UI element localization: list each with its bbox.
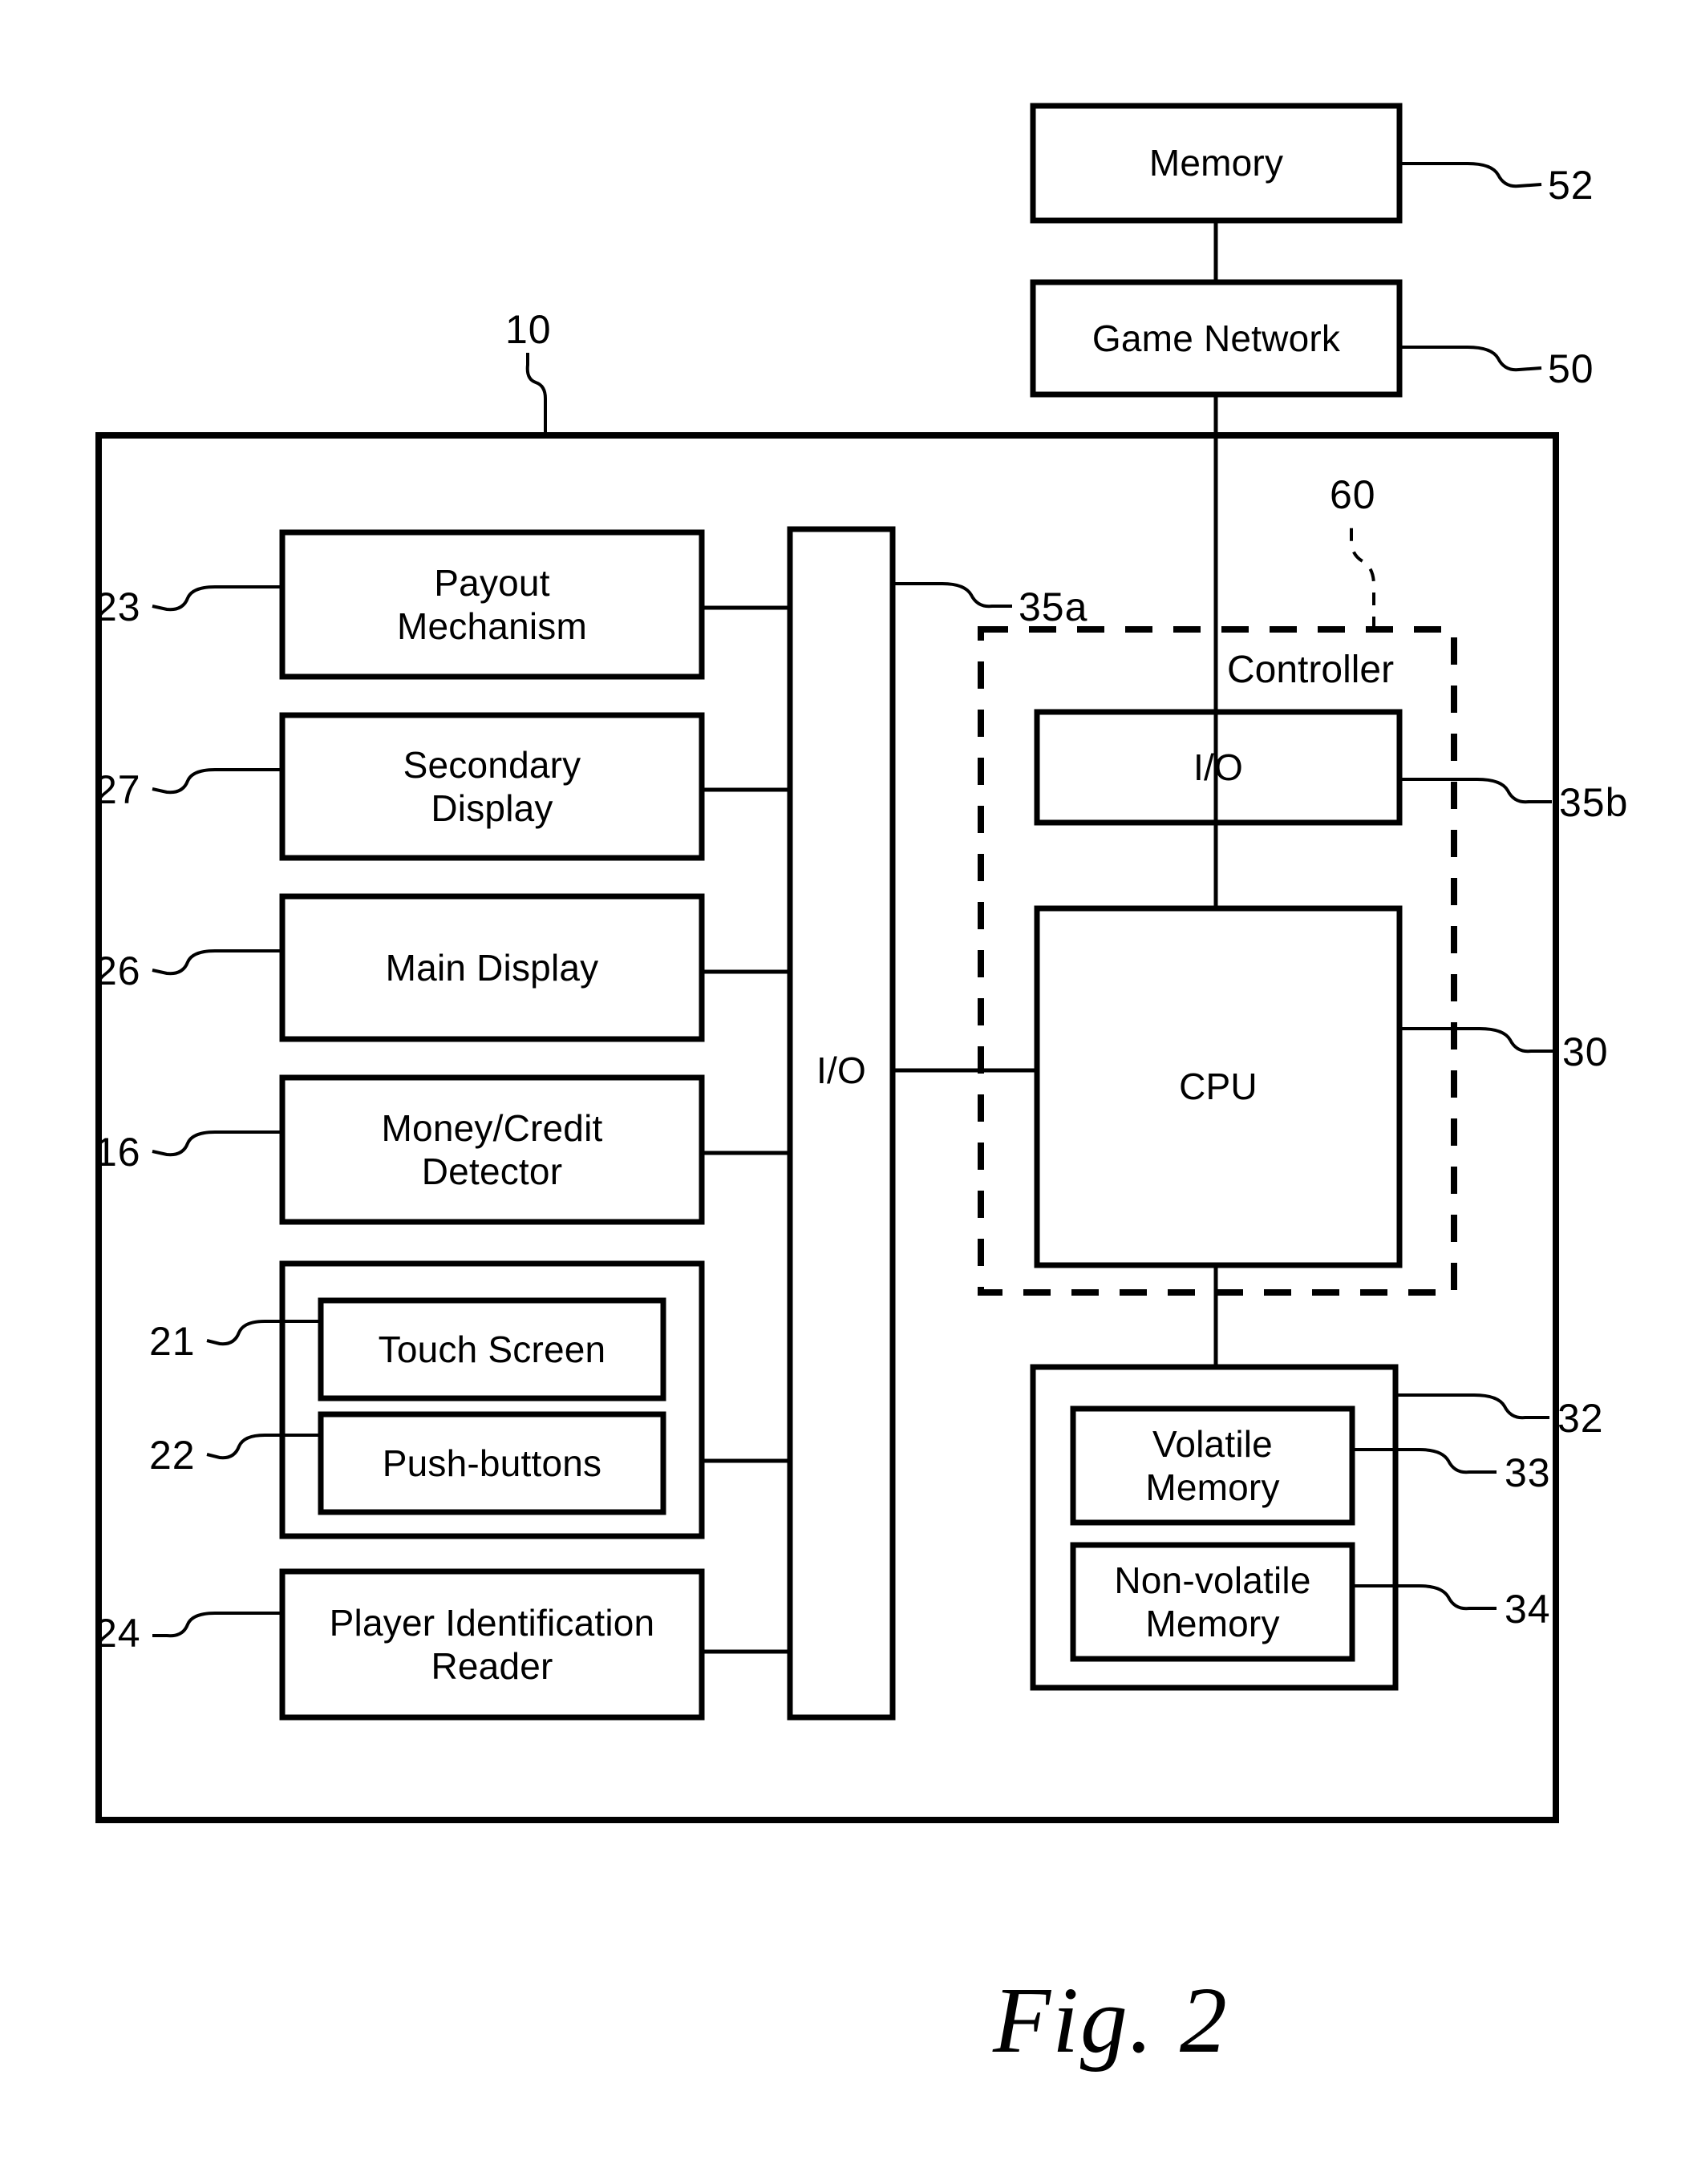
touch-screen-outline	[318, 1297, 666, 1401]
main-io-bar-outline	[787, 526, 896, 1721]
controller-io-outline	[1034, 709, 1403, 826]
ref-21: 21	[149, 1319, 196, 1364]
leader-10	[525, 353, 547, 435]
ref-60: 60	[1330, 472, 1376, 517]
volatile-memory-outline	[1070, 1405, 1355, 1526]
ref-10: 10	[505, 307, 552, 352]
ref-34: 34	[1505, 1587, 1551, 1632]
memory-box-outline	[1030, 103, 1403, 224]
money-credit-detector-outline	[279, 1074, 705, 1225]
ref-27: 27	[95, 767, 141, 812]
leader-34	[1352, 1584, 1497, 1611]
leader-22	[206, 1434, 321, 1460]
ref-30: 30	[1562, 1029, 1609, 1074]
nonvolatile-memory-outline	[1070, 1542, 1355, 1662]
figure-caption: Fig. 2	[993, 1968, 1229, 2073]
leader-30	[1399, 1027, 1554, 1054]
cpu-outline	[1034, 905, 1403, 1268]
ref-32: 32	[1557, 1396, 1604, 1441]
leader-23	[152, 585, 282, 612]
leader-33	[1352, 1448, 1497, 1474]
ref-26: 26	[95, 948, 141, 993]
leader-24	[152, 1612, 282, 1638]
leader-60	[1350, 520, 1375, 629]
leader-32	[1395, 1393, 1549, 1420]
secondary-display-outline	[279, 712, 705, 861]
leader-35a	[893, 582, 1012, 609]
ref-24: 24	[95, 1611, 141, 1656]
ref-33: 33	[1505, 1450, 1551, 1495]
memory-group-outline	[1030, 1364, 1399, 1691]
leader-50	[1399, 346, 1542, 372]
main-display-outline	[279, 893, 705, 1042]
leader-52	[1399, 162, 1542, 188]
leader-27	[152, 768, 282, 795]
ref-52: 52	[1548, 163, 1594, 208]
ref-22: 22	[149, 1433, 196, 1478]
game-network-box-outline	[1030, 279, 1403, 398]
controller-label: Controller	[1227, 649, 1395, 691]
ref-16: 16	[95, 1130, 141, 1175]
leader-21	[206, 1320, 321, 1346]
ref-23: 23	[95, 584, 141, 629]
ref-35b: 35b	[1559, 780, 1629, 825]
diagram-line-layer	[95, 103, 1559, 1823]
leader-16	[152, 1130, 282, 1157]
gaming-machine-outline	[95, 432, 1559, 1823]
leader-26	[152, 949, 282, 976]
payout-mechanism-outline	[279, 529, 705, 680]
leader-35b	[1399, 778, 1552, 804]
push-buttons-outline	[318, 1411, 666, 1515]
ref-50: 50	[1548, 346, 1594, 391]
ref-35a: 35a	[1019, 584, 1088, 629]
patent-figure-2: Memory 52 Game Network 50 10 Payout Mech…	[0, 0, 1693, 2184]
player-id-reader-outline	[279, 1568, 705, 1721]
